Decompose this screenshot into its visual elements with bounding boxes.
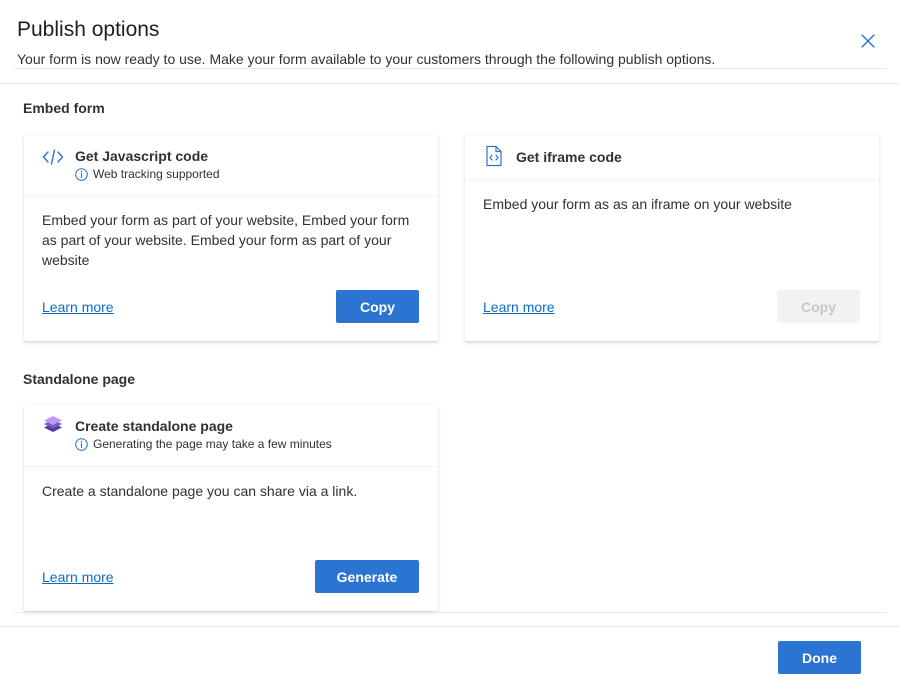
layers-icon	[42, 415, 64, 437]
card-header: Get iframe code	[465, 135, 879, 180]
info-icon	[75, 167, 88, 181]
header-divider	[14, 68, 886, 69]
copy-iframe-button[interactable]: Copy	[777, 290, 860, 323]
card-header: Get Javascript code Web tracking support…	[24, 135, 438, 197]
card-standalone-page: Create standalone page Generating the pa…	[24, 405, 438, 611]
code-icon	[42, 146, 64, 168]
dialog-title: Publish options	[17, 18, 160, 41]
card-info-text: Generating the page may take a few minut…	[93, 437, 332, 451]
card-description: Embed your form as part of your website,…	[42, 212, 410, 268]
footer-divider-bottom	[0, 626, 900, 627]
generate-button[interactable]: Generate	[315, 560, 419, 593]
card-description: Create a standalone page you can share v…	[42, 483, 358, 499]
card-description: Embed your form as as an iframe on your …	[483, 196, 792, 212]
card-title: Get iframe code	[516, 149, 622, 165]
footer-divider	[14, 612, 886, 613]
dialog-header: Publish options Your form is now ready t…	[0, 0, 900, 84]
header-divider-bottom	[0, 83, 900, 84]
card-info: Web tracking supported	[75, 167, 220, 181]
card-title: Get Javascript code	[75, 148, 209, 164]
section-label-standalone-page: Standalone page	[23, 371, 136, 387]
copy-javascript-button[interactable]: Copy	[336, 290, 419, 323]
learn-more-link[interactable]: Learn more	[483, 299, 555, 315]
card-info-text: Web tracking supported	[93, 167, 220, 181]
learn-more-link[interactable]: Learn more	[42, 569, 114, 585]
close-button[interactable]	[857, 30, 879, 52]
done-button[interactable]: Done	[778, 641, 861, 674]
card-header: Create standalone page Generating the pa…	[24, 405, 438, 467]
card-info: Generating the page may take a few minut…	[75, 437, 332, 451]
close-icon	[861, 34, 875, 48]
iframe-document-icon	[483, 145, 505, 167]
info-icon	[75, 437, 88, 451]
dialog-subtitle: Your form is now ready to use. Make your…	[17, 51, 716, 67]
learn-more-link[interactable]: Learn more	[42, 299, 114, 315]
card-title: Create standalone page	[75, 418, 233, 434]
section-label-embed-form: Embed form	[23, 100, 105, 116]
card-iframe-code: Get iframe code Embed your form as as an…	[465, 135, 879, 341]
card-javascript-code: Get Javascript code Web tracking support…	[24, 135, 438, 341]
